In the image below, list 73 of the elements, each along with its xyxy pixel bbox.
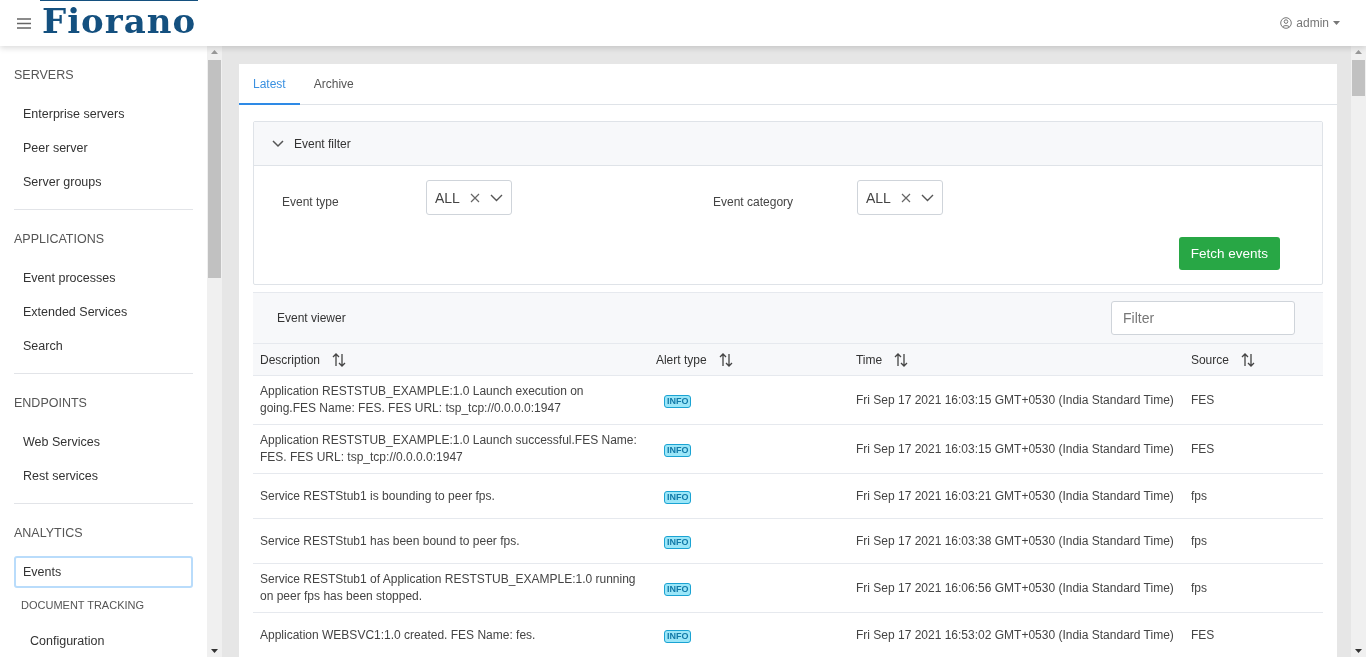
sort-icon[interactable] — [332, 352, 347, 367]
select-field[interactable]: ALL — [426, 180, 512, 215]
alert-badge: INFO — [663, 443, 692, 457]
clear-icon — [900, 192, 911, 203]
tab[interactable]: Archive — [299, 64, 368, 105]
sidebar-item[interactable]: Events — [14, 556, 193, 588]
sidebar-item[interactable]: Web Services — [14, 426, 193, 458]
table-cell: FES — [1190, 441, 1215, 456]
scroll-up-icon — [1355, 50, 1362, 54]
section-heading: ANALYTICS — [14, 526, 84, 540]
alert-badge: INFO — [663, 582, 692, 596]
sidebar-item[interactable]: Event processes — [14, 262, 193, 294]
table-cell: Fri Sep 17 2021 16:03:21 GMT+0530 (India Standard Time) — [855, 488, 1174, 503]
column-header[interactable]: Description — [260, 352, 321, 367]
filter-field[interactable]: Filter — [1111, 301, 1295, 335]
field-label: Event category — [713, 194, 795, 209]
sidebar-item[interactable]: Rest services — [14, 460, 193, 492]
table-cell: Fri Sep 17 2021 16:03:38 GMT+0530 (India Standard Time) — [855, 533, 1174, 548]
section-heading: SERVERS — [14, 68, 75, 82]
table-cell: Service RESTStub1 has been bound to peer fps. — [260, 533, 520, 548]
user-icon — [1280, 17, 1293, 29]
sidebar-item[interactable]: Configuration — [14, 625, 193, 657]
user-menu[interactable]: admin — [1274, 15, 1346, 31]
table-cell: Application RESTSTUB_EXAMPLE:1.0 Launch execution on going.FES Name: FES. FES URL: tsp_tcp://0.0.0.0:1947 — [260, 384, 584, 415]
table-cell: Fri Sep 17 2021 16:03:15 GMT+0530 (India Standard Time) — [855, 392, 1174, 407]
menu-icon[interactable] — [17, 17, 31, 29]
scroll-down-icon — [1355, 649, 1362, 653]
alert-badge: INFO — [663, 490, 692, 504]
sidebar-item[interactable]: Peer server — [14, 132, 193, 164]
table-cell: Service RESTStub1 of Application RESTSTUB_EXAMPLE:1.0 running on peer fps has been stopped. — [260, 572, 636, 603]
sort-icon[interactable] — [1240, 352, 1255, 367]
caret-icon — [1333, 21, 1340, 25]
table-cell: Fri Sep 17 2021 16:03:15 GMT+0530 (India Standard Time) — [855, 441, 1174, 456]
sidebar-item[interactable]: Search — [14, 330, 193, 362]
sidebar-item[interactable]: Extended Services — [14, 296, 193, 328]
field-label: Event type — [282, 194, 340, 209]
sort-icon[interactable] — [894, 352, 909, 367]
column-header[interactable]: Source — [1190, 352, 1229, 367]
scrollbar-thumb[interactable] — [208, 60, 221, 278]
scrollbar[interactable] — [207, 46, 222, 657]
group-heading[interactable]: DOCUMENT TRACKING — [14, 590, 193, 625]
scroll-up-icon — [211, 50, 218, 54]
column-header[interactable]: Alert type — [655, 352, 707, 367]
sort-icon[interactable] — [718, 352, 733, 367]
scroll-down-icon — [211, 649, 218, 653]
chevron-icon — [920, 193, 934, 202]
table-cell: Application RESTSTUB_EXAMPLE:1.0 Launch successful.FES Name: FES. FES URL: tsp_tcp://0.0.0.0:1947 — [260, 433, 637, 464]
alert-badge: INFO — [663, 394, 692, 408]
chevron-icon[interactable] — [272, 139, 284, 148]
alert-badge: INFO — [663, 629, 692, 643]
panel-title: Event filter — [294, 136, 351, 151]
table-cell: Service RESTStub1 is bounding to peer fps. — [260, 488, 495, 503]
section-heading: APPLICATIONS — [14, 232, 106, 246]
logo: Fiorano — [40, 0, 199, 41]
sidebar-item[interactable]: Enterprise servers — [14, 98, 193, 130]
column-header[interactable]: Time — [855, 352, 883, 367]
alert-badge: INFO — [663, 535, 692, 549]
table-cell: fps — [1190, 533, 1207, 548]
clear-icon — [469, 192, 480, 203]
table-cell: Fri Sep 17 2021 16:06:56 GMT+0530 (India Standard Time) — [855, 580, 1174, 595]
table-cell: Fri Sep 17 2021 16:53:02 GMT+0530 (India Standard Time) — [855, 627, 1174, 642]
scrollbar[interactable] — [1351, 46, 1366, 657]
panel-title: Event viewer — [277, 311, 346, 325]
section-heading: ENDPOINTS — [14, 396, 88, 410]
sidebar-item[interactable]: Server groups — [14, 166, 193, 198]
table-cell: FES — [1190, 627, 1215, 642]
scrollbar-thumb[interactable] — [1352, 60, 1365, 96]
table-cell: Application WEBSVC1:1.0 created. FES Name: fes. — [260, 627, 536, 642]
table-cell: fps — [1190, 580, 1207, 595]
table-cell: fps — [1190, 488, 1207, 503]
select-field[interactable]: ALL — [857, 180, 943, 215]
chevron-icon — [489, 193, 503, 202]
table-cell: FES — [1190, 392, 1215, 407]
